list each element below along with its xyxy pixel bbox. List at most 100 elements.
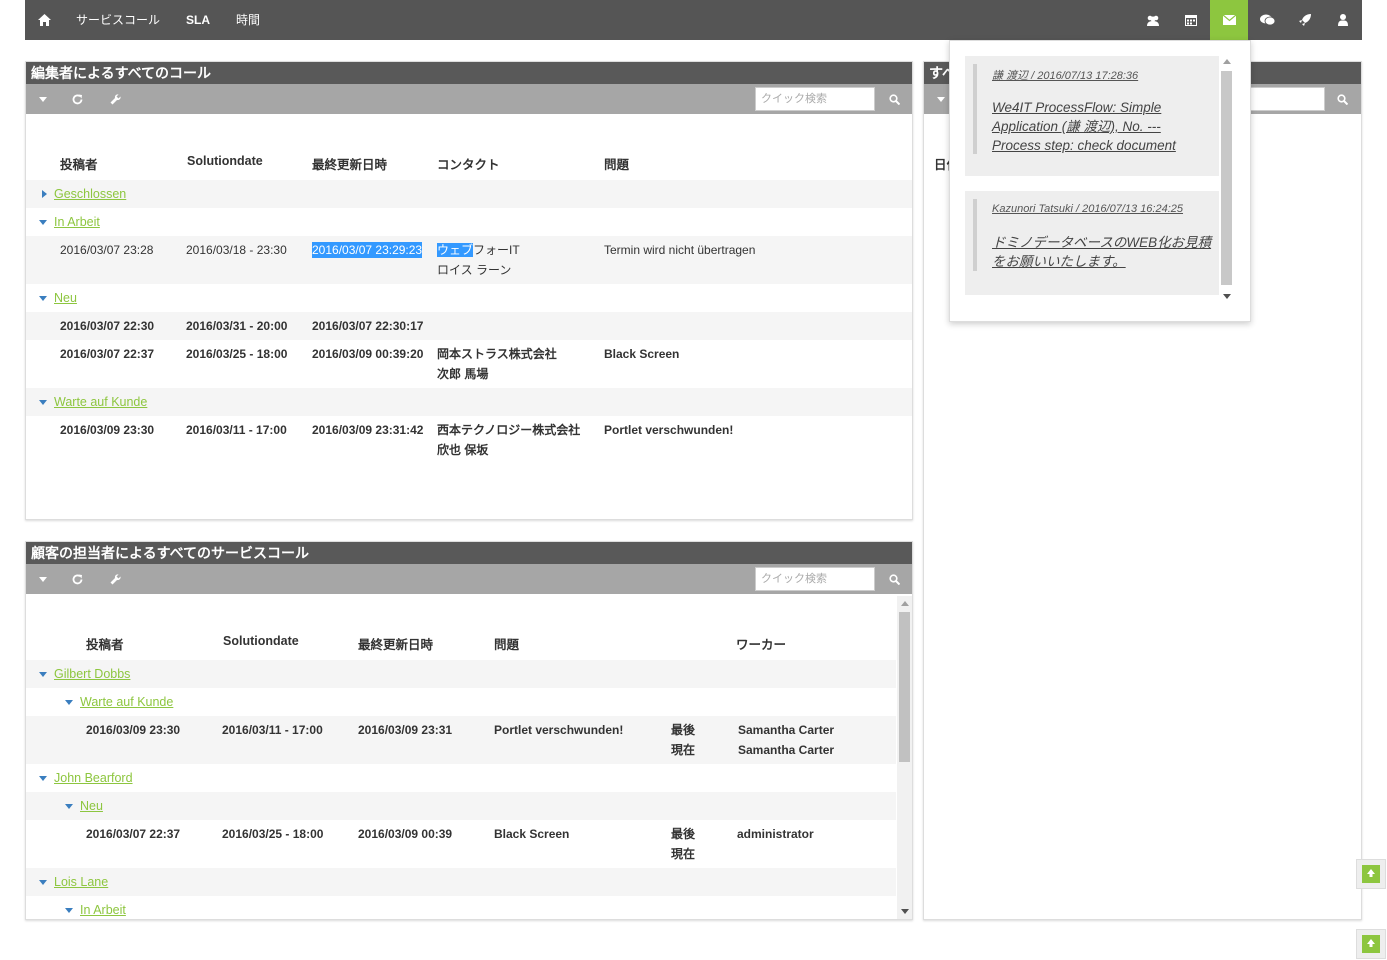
group-label[interactable]: John Bearford: [54, 768, 133, 788]
subgroup-label[interactable]: In Arbeit: [80, 900, 126, 919]
top-navbar: サービスコール SLA 時間: [25, 0, 1362, 40]
column-header-last-updated[interactable]: 最終更新日時: [358, 634, 433, 653]
collapse-icon[interactable]: [39, 776, 47, 781]
settings-button[interactable]: [105, 84, 125, 114]
collapse-icon[interactable]: [39, 296, 47, 301]
group-label[interactable]: Lois Lane: [54, 872, 108, 892]
collapse-icon[interactable]: [65, 700, 73, 705]
cell-contact-company: 岡本ストラス株式会社: [437, 347, 557, 361]
refresh-button[interactable]: [67, 84, 87, 114]
chevron-down-icon: [39, 576, 47, 582]
cell-problem: Portlet verschwunden!: [494, 723, 624, 737]
nav-link-sla[interactable]: SLA: [173, 0, 223, 40]
nav-link-service-calls[interactable]: サービスコール: [63, 0, 173, 40]
group-label[interactable]: Neu: [54, 288, 77, 308]
group-row[interactable]: Geschlossen: [26, 180, 912, 208]
home-button[interactable]: [25, 0, 63, 40]
scroll-up-icon[interactable]: [1223, 59, 1231, 64]
scroll-down-icon[interactable]: [901, 909, 909, 914]
messages-scrollbar[interactable]: [1220, 57, 1233, 303]
scroll-thumb[interactable]: [899, 612, 910, 762]
cell-solutiondate: 2016/03/18 - 23:30: [186, 243, 287, 257]
message-accent-bar: [973, 199, 977, 271]
group-row[interactable]: John Bearford: [26, 764, 896, 792]
table-row[interactable]: 2016/03/07 22:30 2016/03/31 - 20:00 2016…: [26, 312, 912, 340]
group-label[interactable]: Geschlossen: [54, 184, 126, 204]
message-item[interactable]: 謙 渡辺 / 2016/07/13 17:28:36 We4IT Process…: [965, 56, 1219, 176]
table-row[interactable]: 2016/03/07 22:37 2016/03/25 - 18:00 2016…: [26, 820, 896, 868]
column-header-problem[interactable]: 問題: [494, 634, 519, 653]
group-label[interactable]: In Arbeit: [54, 212, 100, 232]
collapse-button[interactable]: [931, 84, 951, 114]
rocket-button[interactable]: [1286, 0, 1324, 40]
collapse-icon[interactable]: [65, 908, 73, 913]
cell-last-updated: 2016/03/09 23:31:42: [312, 423, 424, 437]
group-label[interactable]: Gilbert Dobbs: [54, 664, 130, 684]
quick-search-input[interactable]: クイック検索: [755, 87, 875, 111]
subgroup-row[interactable]: Warte auf Kunde: [26, 688, 896, 716]
user-button[interactable]: [1324, 0, 1362, 40]
search-button[interactable]: [881, 567, 907, 591]
table-row[interactable]: 2016/03/09 23:30 2016/03/11 - 17:00 2016…: [26, 716, 896, 764]
collapse-icon[interactable]: [39, 880, 47, 885]
cell-contact-person: 欣也 保坂: [437, 443, 489, 457]
cell-problem: Termin wird nicht übertragen: [604, 243, 756, 257]
column-header-problem[interactable]: 問題: [604, 154, 629, 173]
portlet-toolbar: クイック検索: [26, 84, 912, 114]
table-row[interactable]: 2016/03/09 23:30 2016/03/11 - 17:00 2016…: [26, 416, 912, 464]
column-header-author[interactable]: 投稿者: [60, 154, 98, 173]
messages-button[interactable]: [1210, 0, 1248, 40]
collapse-button[interactable]: [33, 564, 53, 594]
cell-contact-company: ウェブフォーIT: [437, 240, 520, 260]
column-header-solutiondate[interactable]: Solutiondate: [187, 154, 263, 168]
message-text[interactable]: ドミノデータベースのWEB化お見積をお願いいたします。: [992, 233, 1212, 271]
search-button[interactable]: [881, 87, 907, 111]
scroll-thumb[interactable]: [1221, 71, 1232, 285]
scroll-up-icon[interactable]: [901, 601, 909, 606]
message-item[interactable]: Kazunori Tatsuki / 2016/07/13 16:24:25 ド…: [965, 191, 1219, 295]
vertical-scrollbar[interactable]: [897, 596, 912, 919]
collapse-button[interactable]: [33, 84, 53, 114]
subgroup-row[interactable]: In Arbeit: [26, 896, 896, 919]
group-row[interactable]: Neu: [26, 284, 912, 312]
group-row[interactable]: In Arbeit: [26, 208, 912, 236]
scroll-down-icon[interactable]: [1223, 294, 1231, 299]
side-tree-button-2[interactable]: [1356, 929, 1386, 959]
subgroup-label[interactable]: Warte auf Kunde: [80, 692, 173, 712]
table-row[interactable]: 2016/03/07 22:37 2016/03/25 - 18:00 2016…: [26, 340, 912, 388]
table-row[interactable]: 2016/03/07 23:28 2016/03/18 - 23:30 2016…: [26, 236, 912, 284]
collapse-icon[interactable]: [39, 400, 47, 405]
column-header-last-updated[interactable]: 最終更新日時: [312, 154, 387, 173]
expand-icon[interactable]: [42, 190, 47, 198]
nav-left: サービスコール SLA 時間: [25, 0, 273, 40]
group-row[interactable]: Gilbert Dobbs: [26, 660, 896, 688]
message-meta[interactable]: Kazunori Tatsuki / 2016/07/13 16:24:25: [992, 203, 1183, 215]
subgroup-row[interactable]: Neu: [26, 792, 896, 820]
comments-button[interactable]: [1248, 0, 1286, 40]
calendar-button[interactable]: [1172, 0, 1210, 40]
users-button[interactable]: [1134, 0, 1172, 40]
refresh-button[interactable]: [67, 564, 87, 594]
message-text[interactable]: We4IT ProcessFlow: Simple Application (謙…: [992, 98, 1212, 155]
side-tree-button[interactable]: [1356, 859, 1386, 889]
group-row[interactable]: Warte auf Kunde: [26, 388, 912, 416]
group-label[interactable]: Warte auf Kunde: [54, 392, 147, 412]
search-button[interactable]: [1329, 87, 1355, 111]
message-meta[interactable]: 謙 渡辺 / 2016/07/13 17:28:36: [992, 67, 1138, 83]
column-header-worker[interactable]: ワーカー: [736, 634, 786, 653]
collapse-icon[interactable]: [39, 672, 47, 677]
cell-last-updated: 2016/03/07 22:30:17: [312, 319, 424, 333]
cell-worker-last: administrator: [737, 827, 814, 841]
chevron-down-icon: [39, 96, 47, 102]
quick-search-input[interactable]: クイック検索: [755, 567, 875, 591]
collapse-icon[interactable]: [65, 804, 73, 809]
column-header-solutiondate[interactable]: Solutiondate: [223, 634, 299, 648]
collapse-icon[interactable]: [39, 220, 47, 225]
subgroup-label[interactable]: Neu: [80, 796, 103, 816]
column-header-author[interactable]: 投稿者: [86, 634, 124, 653]
settings-button[interactable]: [105, 564, 125, 594]
users-icon: [1147, 15, 1159, 26]
group-row[interactable]: Lois Lane: [26, 868, 896, 896]
column-header-contact[interactable]: コンタクト: [437, 154, 500, 173]
nav-link-time[interactable]: 時間: [223, 0, 273, 40]
